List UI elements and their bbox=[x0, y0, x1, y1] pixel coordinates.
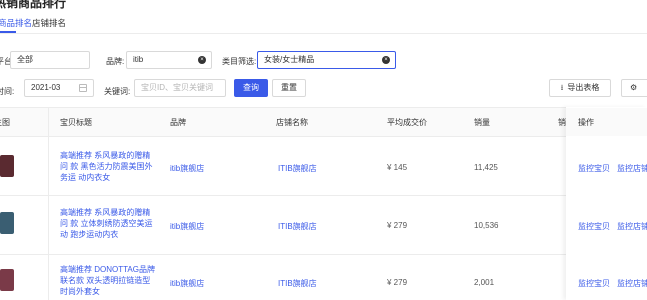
avg-price: ¥ 279 bbox=[387, 221, 408, 230]
product-title-link[interactable]: 高端推荐 系风暴政的赠精问 款 立体刺绣防透空美运动 跑步运动内衣 bbox=[60, 207, 158, 240]
sales-count: 2,001 bbox=[474, 278, 495, 287]
page-title: 热销商品排行 bbox=[0, 0, 67, 10]
category-select[interactable]: 女装/女士精品 × bbox=[257, 51, 396, 69]
export-button[interactable]: ⭳ 导出表格 bbox=[549, 79, 611, 97]
export-button-label: 导出表格 bbox=[567, 83, 600, 92]
sales-count: 10,536 bbox=[474, 221, 499, 230]
brand-input-value: itib bbox=[133, 55, 144, 64]
reset-button[interactable]: 重置 bbox=[272, 79, 306, 97]
table-row: 高端推荐 系风暴政的赠精问 款 黑色活力防震美国外务运 动内衣女 itib旗舰店… bbox=[0, 137, 647, 196]
platform-select[interactable]: 全部 bbox=[10, 51, 90, 69]
table-row: 高端推荐 系风暴政的赠精问 款 立体刺绣防透空美运动 跑步运动内衣 itib旗舰… bbox=[0, 196, 647, 255]
column-header-avg-price: 平均成交价 bbox=[387, 118, 427, 127]
download-icon: ⭳ bbox=[560, 83, 564, 92]
column-header-brand: 品牌 bbox=[170, 118, 186, 127]
keyword-input[interactable]: 宝贝ID、宝贝关键词 bbox=[134, 79, 226, 97]
brand-label: 品牌: bbox=[106, 57, 125, 66]
query-button[interactable]: 查询 bbox=[234, 79, 268, 97]
gear-icon: ⚙ bbox=[630, 83, 638, 92]
brand-link[interactable]: itib旗舰店 bbox=[170, 163, 204, 174]
calendar-icon bbox=[79, 84, 87, 92]
category-select-value: 女装/女士精品 bbox=[264, 55, 315, 64]
monitor-shop-link[interactable]: 监控店铺 bbox=[617, 221, 647, 232]
shop-link[interactable]: ITIB旗舰店 bbox=[278, 278, 317, 289]
product-title-link[interactable]: 高端推荐 DONOTTAG品牌 联名款 双头透明拉链造型 时尚外套女 bbox=[60, 264, 158, 297]
shop-link[interactable]: ITIB旗舰店 bbox=[278, 221, 317, 232]
tab-product-ranking[interactable]: 商品排名 bbox=[0, 17, 32, 29]
product-thumbnail[interactable] bbox=[0, 212, 14, 234]
monitor-product-link[interactable]: 监控宝贝 bbox=[578, 221, 610, 232]
clear-icon[interactable]: × bbox=[198, 56, 206, 64]
column-header-actions: 操作 bbox=[578, 118, 594, 127]
category-label: 类目筛选: bbox=[222, 57, 257, 66]
column-header-sales-extra: 销 bbox=[558, 118, 566, 127]
avg-price: ¥ 279 bbox=[387, 278, 408, 287]
product-thumbnail[interactable] bbox=[0, 155, 14, 177]
monitor-product-link[interactable]: 监控宝贝 bbox=[578, 163, 610, 174]
product-title-link[interactable]: 高端推荐 系风暴政的赠精问 款 黑色活力防震美国外务运 动内衣女 bbox=[60, 150, 158, 183]
platform-select-value: 全部 bbox=[17, 55, 33, 64]
monitor-shop-link[interactable]: 监控店铺 bbox=[617, 278, 647, 289]
keyword-placeholder: 宝贝ID、宝贝关键词 bbox=[141, 83, 213, 92]
month-picker-value: 2021-03 bbox=[31, 83, 61, 92]
time-label: 时间: bbox=[0, 87, 15, 96]
monitor-product-link[interactable]: 监控宝贝 bbox=[578, 278, 610, 289]
shop-link[interactable]: ITIB旗舰店 bbox=[278, 163, 317, 174]
column-header-title: 宝贝标题 bbox=[60, 118, 92, 127]
clear-icon[interactable]: × bbox=[382, 56, 390, 64]
sales-count: 11,425 bbox=[474, 163, 498, 172]
month-picker[interactable]: 2021-03 bbox=[24, 79, 94, 97]
brand-link[interactable]: itib旗舰店 bbox=[170, 278, 204, 289]
table-header bbox=[0, 107, 647, 137]
brand-link[interactable]: itib旗舰店 bbox=[170, 221, 204, 232]
monitor-shop-link[interactable]: 监控店铺 bbox=[617, 163, 647, 174]
column-header-shop: 店铺名称 bbox=[276, 118, 308, 127]
column-settings-button[interactable]: ⚙ bbox=[621, 79, 647, 97]
column-header-sales: 销量 bbox=[474, 118, 490, 127]
avg-price: ¥ 145 bbox=[387, 163, 408, 172]
brand-input[interactable]: itib × bbox=[126, 51, 212, 69]
tab-shop-ranking[interactable]: 店铺排名 bbox=[32, 17, 66, 29]
product-thumbnail[interactable] bbox=[0, 269, 14, 291]
table-row: 高端推荐 DONOTTAG品牌 联名款 双头透明拉链造型 时尚外套女 itib旗… bbox=[0, 255, 647, 300]
column-header-image: 主图 bbox=[0, 118, 10, 127]
keyword-label: 关键词: bbox=[104, 87, 131, 96]
tab-divider bbox=[0, 33, 647, 34]
